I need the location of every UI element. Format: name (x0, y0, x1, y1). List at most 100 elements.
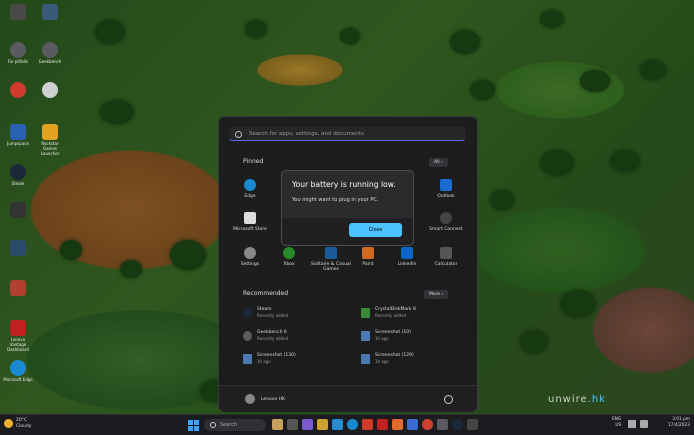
more-button[interactable]: More › (424, 290, 449, 299)
desktop-icon[interactable]: Microsoft Edge (3, 360, 33, 382)
taskbar-app-icon[interactable] (392, 419, 403, 430)
language-indicator[interactable]: ENG US (612, 417, 621, 429)
desktop-icon[interactable] (35, 4, 65, 21)
store-icon (244, 212, 256, 224)
task-view-icon[interactable] (287, 419, 298, 430)
desktop-icon[interactable] (3, 240, 33, 257)
battery-low-dialog: Your battery is running low. You might w… (281, 170, 414, 246)
user-name[interactable]: Lenovo HK (261, 397, 285, 402)
rockstar-icon (42, 124, 58, 140)
app-icon (42, 82, 58, 98)
desktop-icon[interactable] (3, 4, 33, 21)
desktop-icon[interactable]: Rockstar Games Launcher (35, 124, 65, 156)
app-icon (10, 280, 26, 296)
pinned-title: Pinned (243, 158, 264, 165)
user-avatar[interactable] (245, 394, 255, 404)
desktop-icon[interactable]: Jumpspace (3, 124, 33, 146)
recommended-item-crystaldiskmark[interactable]: CrystalDiskMark 8 Recently added (361, 307, 461, 321)
pinned-app-smart-connect[interactable]: Smart Connect (429, 212, 463, 232)
sun-cloud-icon (4, 419, 13, 428)
pinned-app-solitaire[interactable]: Solitaire & Casual Games (311, 247, 351, 272)
desktop-icon[interactable]: Lenovo Vantage Dashboard (3, 320, 33, 352)
recommended-item-screenshot-129[interactable]: Screenshot (129) 1h ago (361, 353, 461, 367)
taskbar: 20°C Cloudy Search ENG US 3:01 pm 17/4/2023 (0, 414, 694, 435)
desktop-icon[interactable]: Steam (3, 164, 33, 186)
desktop-icon[interactable]: Geekbench (35, 42, 65, 64)
pinned-app-outlook[interactable]: Outlook (429, 179, 463, 199)
taskbar-app-icon[interactable] (467, 419, 478, 430)
clock[interactable]: 3:01 pm 17/4/2023 (652, 417, 690, 429)
recommended-item-steam[interactable]: Steam Recently added (243, 307, 343, 321)
app-icon (10, 240, 26, 256)
settings-icon (244, 247, 256, 259)
geekbench-icon (42, 42, 58, 58)
watermark-logo: unwire.hk (548, 394, 606, 405)
smart-connect-icon (440, 212, 452, 224)
start-search-input[interactable]: Search for apps, settings, and documents (229, 127, 465, 141)
dialog-footer: Close (282, 218, 413, 245)
taskbar-search[interactable]: Search (204, 419, 266, 431)
desktop-icon[interactable] (3, 82, 33, 99)
pinned-app-calculator[interactable]: Calculator (429, 247, 463, 267)
chrome-icon[interactable] (422, 419, 433, 430)
steam-icon (243, 308, 252, 318)
edge-icon[interactable] (347, 419, 358, 430)
crystaldiskmark-icon (361, 308, 370, 318)
linkedin-icon (401, 247, 413, 259)
pinned-app-paint[interactable]: Paint (351, 247, 385, 267)
app-icon (10, 4, 26, 20)
start-button[interactable] (188, 420, 199, 431)
image-file-icon (243, 354, 252, 364)
image-file-icon (361, 354, 370, 364)
pinned-app-settings[interactable]: Settings (233, 247, 267, 267)
taskbar-app-icon[interactable] (362, 419, 373, 430)
app-icon (10, 42, 26, 58)
recommended-title: Recommended (243, 290, 289, 297)
image-file-icon (361, 331, 370, 341)
desktop-icon[interactable] (3, 202, 33, 219)
taskbar-app-icon[interactable] (377, 419, 388, 430)
pinned-app-linkedin[interactable]: LinkedIn (390, 247, 424, 267)
search-icon (235, 131, 242, 138)
steam-icon[interactable] (452, 419, 463, 430)
geekbench-icon (243, 331, 252, 341)
taskbar-app-icon[interactable] (437, 419, 448, 430)
lenovo-vantage-icon (10, 320, 26, 336)
file-explorer-icon[interactable] (317, 419, 328, 430)
all-apps-button[interactable]: All › (429, 158, 448, 167)
calculator-icon (440, 247, 452, 259)
xbox-icon (283, 247, 295, 259)
close-button[interactable]: Close (349, 223, 402, 237)
pinned-app-edge[interactable]: Edge (233, 179, 267, 199)
edge-icon (10, 360, 26, 376)
solitaire-icon (325, 247, 337, 259)
taskbar-app-icon[interactable] (407, 419, 418, 430)
recommended-item-screenshot-130[interactable]: Screenshot (130) 1h ago (243, 353, 343, 367)
dialog-message: You might want to plug in your PC. (292, 197, 379, 203)
wifi-icon[interactable] (628, 420, 636, 428)
desktop-icon[interactable]: Fix pitfalls (3, 42, 33, 64)
chat-icon[interactable] (302, 419, 313, 430)
edge-icon (244, 179, 256, 191)
chrome-icon (10, 82, 26, 98)
desktop-icon[interactable] (35, 82, 65, 99)
store-icon[interactable] (332, 419, 343, 430)
desktop-icon[interactable] (3, 280, 33, 297)
pinned-app-microsoft-store[interactable]: Microsoft Store (233, 212, 267, 232)
app-icon (10, 124, 26, 140)
pinned-app-xbox[interactable]: Xbox (272, 247, 306, 267)
app-icon (42, 4, 58, 20)
recommended-item-geekbench[interactable]: Geekbench 6 Recently added (243, 330, 343, 344)
dialog-title: Your battery is running low. (292, 180, 396, 189)
start-menu: Search for apps, settings, and documents… (218, 116, 478, 412)
search-icon (210, 422, 216, 428)
power-icon[interactable] (444, 395, 453, 404)
outlook-icon (440, 179, 452, 191)
steam-icon (10, 164, 26, 180)
start-footer: Lenovo HK (219, 385, 477, 412)
app-icon (10, 202, 26, 218)
taskbar-app-icon[interactable] (272, 419, 283, 430)
volume-icon[interactable] (640, 420, 648, 428)
paint-icon (362, 247, 374, 259)
recommended-item-screenshot-10[interactable]: Screenshot (10) 1h ago (361, 330, 461, 344)
